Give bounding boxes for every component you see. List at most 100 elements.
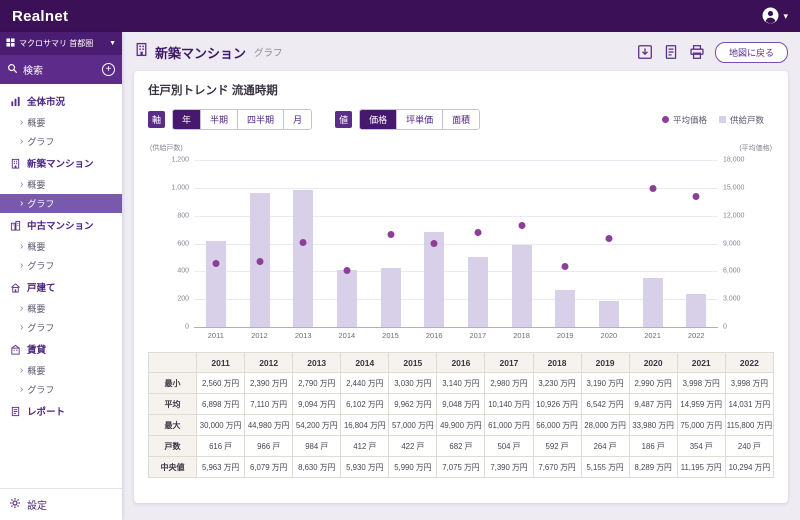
axis-option-2[interactable]: 半期	[200, 110, 237, 129]
sidebar-subitem-rental-graph[interactable]: ›グラフ	[0, 380, 122, 399]
print-icon	[689, 48, 705, 63]
add-search-button[interactable]: +	[102, 63, 115, 76]
sidebar: マクロサマリ 首都圏 ▼ 検索 + 全体市況›概要›グラフ新築マンション›概要›…	[0, 32, 122, 520]
chart-column-2018	[500, 160, 544, 327]
dot-marker-icon	[662, 116, 669, 123]
chart-column-2021	[631, 160, 675, 327]
table-cell: 3,030 万円	[389, 373, 437, 394]
sidebar-item-rental[interactable]: 賃貸	[0, 337, 122, 361]
trend-chart: (供給戸数) (平均価格) 02004006008001,0001,20003,…	[148, 140, 774, 343]
table-cell: 44,980 万円	[245, 415, 293, 436]
settings-button[interactable]: 設定	[0, 488, 122, 520]
axis-option-1[interactable]: 年	[173, 110, 200, 129]
sidebar-subitem-used-condo-graph[interactable]: ›グラフ	[0, 256, 122, 275]
sidebar-subitem-overall-market-overview[interactable]: ›概要	[0, 113, 122, 132]
x-axis-labels: 2011201220132014201520162017201820192020…	[194, 331, 718, 343]
sidebar-subitem-new-condo-graph[interactable]: ›グラフ	[0, 194, 122, 213]
region-selector[interactable]: マクロサマリ 首都圏 ▼	[0, 32, 122, 55]
sidebar-item-label: 新築マンション	[27, 156, 94, 170]
sidebar-subitem-label: グラフ	[27, 321, 54, 334]
sidebar-subitem-label: 概要	[27, 364, 45, 377]
y-axis-tick-right: 9,000	[723, 240, 741, 247]
export-button[interactable]	[637, 44, 654, 61]
y-axis-tick-right: 12,000	[723, 212, 744, 219]
y-axis-tick-left: 200	[177, 296, 189, 303]
sidebar-subitem-rental-overview[interactable]: ›概要	[0, 361, 122, 380]
table-cell: 6,079 万円	[245, 457, 293, 478]
chevron-right-icon: ›	[20, 118, 23, 127]
chevron-right-icon: ›	[20, 385, 23, 394]
document-button[interactable]	[663, 44, 680, 61]
sidebar-subitem-detached-house-overview[interactable]: ›概要	[0, 299, 122, 318]
chart-column-2020	[587, 160, 631, 327]
x-axis-label-2011: 2011	[194, 331, 238, 343]
value-option-3[interactable]: 面積	[442, 110, 479, 129]
table-cell: 14,031 万円	[725, 394, 773, 415]
axis-option-4[interactable]: 月	[283, 110, 311, 129]
sidebar-item-label: 中古マンション	[27, 218, 94, 232]
x-axis-label-2019: 2019	[543, 331, 587, 343]
sidebar-menu: 全体市況›概要›グラフ新築マンション›概要›グラフ中古マンション›概要›グラフ戸…	[0, 84, 122, 488]
table-column-header-2011: 2011	[197, 353, 245, 373]
y-axis-tick-left: 1,200	[171, 157, 189, 164]
legend-label: 平均価格	[673, 114, 707, 126]
sidebar-subitem-used-condo-overview[interactable]: ›概要	[0, 237, 122, 256]
print-button[interactable]	[689, 44, 706, 61]
sidebar-subitem-new-condo-overview[interactable]: ›概要	[0, 175, 122, 194]
x-axis-label-2016: 2016	[412, 331, 456, 343]
bar-2013	[293, 190, 313, 327]
table-cell: 2,990 万円	[629, 373, 677, 394]
table-cell: 3,230 万円	[533, 373, 581, 394]
dot-2019	[562, 263, 569, 270]
value-option-1[interactable]: 価格	[360, 110, 396, 129]
dot-2013	[300, 239, 307, 246]
table-cell: 56,000 万円	[533, 415, 581, 436]
dot-2022	[693, 193, 700, 200]
legend-item-2: 供給戸数	[719, 114, 764, 126]
back-to-map-button[interactable]: 地図に戻る	[715, 42, 788, 63]
building2-icon	[9, 220, 21, 231]
table-cell: 354 戸	[677, 436, 725, 457]
x-axis-label-2013: 2013	[281, 331, 325, 343]
sidebar-item-detached-house[interactable]: 戸建て	[0, 275, 122, 299]
table-row-header: 最大	[149, 415, 197, 436]
sidebar-subitem-label: 概要	[27, 302, 45, 315]
sidebar-item-overall-market[interactable]: 全体市況	[0, 89, 122, 113]
table-cell: 6,898 万円	[197, 394, 245, 415]
sidebar-subitem-overall-market-graph[interactable]: ›グラフ	[0, 132, 122, 151]
table-cell: 264 戸	[581, 436, 629, 457]
x-axis-label-2017: 2017	[456, 331, 500, 343]
sidebar-item-used-condo[interactable]: 中古マンション	[0, 213, 122, 237]
sidebar-subitem-detached-house-graph[interactable]: ›グラフ	[0, 318, 122, 337]
dot-2021	[649, 185, 656, 192]
chevron-right-icon: ›	[20, 199, 23, 208]
table-cell: 10,294 万円	[725, 457, 773, 478]
table-cell: 2,440 万円	[341, 373, 389, 394]
table-cell: 10,926 万円	[533, 394, 581, 415]
sidebar-item-new-condo[interactable]: 新築マンション	[0, 151, 122, 175]
house-icon	[9, 282, 21, 293]
table-column-header-2019: 2019	[581, 353, 629, 373]
bar-2020	[599, 301, 619, 327]
table-column-header-2012: 2012	[245, 353, 293, 373]
sidebar-item-label: レポート	[27, 404, 65, 418]
page-header: 新築マンション グラフ 地図に戻る	[134, 39, 788, 65]
value-segmented-control: 価格坪単価面積	[359, 109, 480, 130]
sidebar-subitem-label: グラフ	[27, 135, 54, 148]
top-bar: Realnet ▾	[0, 0, 800, 32]
table-cell: 3,140 万円	[437, 373, 485, 394]
sidebar-item-report[interactable]: レポート	[0, 399, 122, 423]
value-option-2[interactable]: 坪単価	[396, 110, 442, 129]
search-bar[interactable]: 検索 +	[0, 55, 122, 84]
user-avatar-icon	[762, 7, 779, 26]
bar-2017	[468, 257, 488, 327]
table-cell: 186 戸	[629, 436, 677, 457]
table-cell: 9,094 万円	[293, 394, 341, 415]
y-axis-tick-right: 18,000	[723, 157, 744, 164]
search-label: 検索	[23, 62, 43, 77]
user-menu[interactable]: ▾	[762, 7, 788, 26]
chart-column-2022	[674, 160, 718, 327]
axis-option-3[interactable]: 四半期	[237, 110, 283, 129]
chart-controls: 軸 年半期四半期月 値 価格坪単価面積 平均価格供給戸数	[148, 109, 774, 130]
chart-plot-area: 02004006008001,0001,20003,0006,0009,0001…	[194, 160, 718, 328]
